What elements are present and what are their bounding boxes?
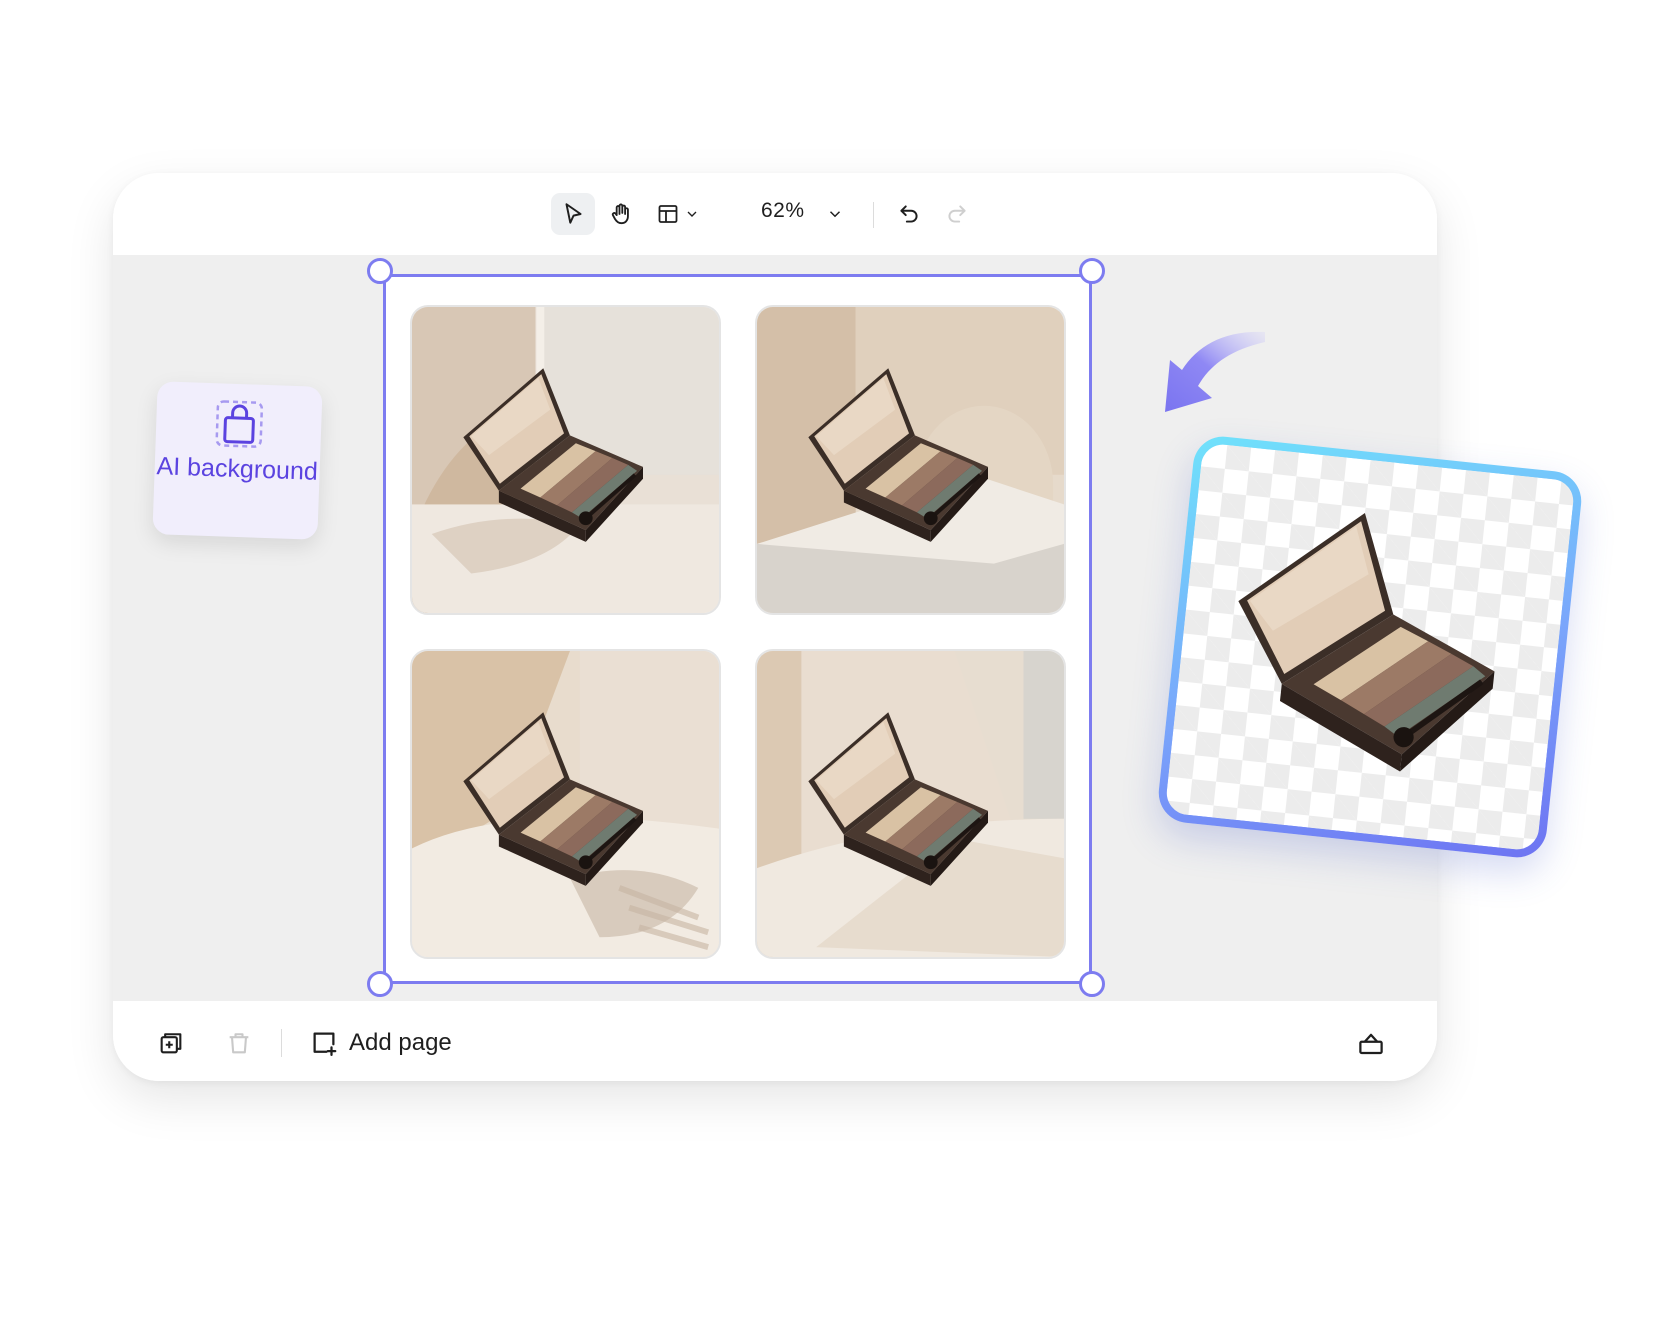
add-page-button[interactable]: Add page — [309, 1021, 452, 1065]
duplicate-page-button[interactable] — [153, 1025, 189, 1061]
resize-handle-top-left[interactable] — [367, 258, 393, 284]
ai-background-card[interactable]: AI background — [152, 381, 323, 540]
product-photo-2 — [757, 307, 1064, 613]
shopping-bag-icon — [214, 400, 263, 448]
ai-background-label: AI background — [156, 452, 319, 486]
trash-icon — [229, 1033, 249, 1054]
transparent-product-cutout[interactable] — [1155, 433, 1585, 861]
generated-background-4[interactable] — [755, 649, 1066, 959]
zoom-dropdown-button[interactable] — [821, 193, 849, 235]
transparency-checkerboard — [1164, 442, 1576, 852]
bottom-divider — [281, 1029, 282, 1057]
resize-handle-top-right[interactable] — [1079, 258, 1105, 284]
toolbar-divider — [873, 202, 874, 228]
hand-tool-button[interactable] — [599, 193, 643, 235]
resize-handle-bottom-left[interactable] — [367, 971, 393, 997]
generated-background-3[interactable] — [410, 649, 721, 959]
resize-handle-bottom-right[interactable] — [1079, 971, 1105, 997]
layout-icon — [658, 205, 678, 223]
cursor-arrow-icon — [565, 203, 582, 224]
product-photo-3 — [412, 651, 719, 957]
product-photo-1 — [412, 307, 719, 613]
bottom-bar: Add page — [113, 1001, 1437, 1081]
selected-page[interactable] — [383, 274, 1092, 984]
hand-icon — [611, 203, 629, 225]
product-photo-4 — [757, 651, 1064, 957]
generated-background-1[interactable] — [410, 305, 721, 615]
collapse-panel-icon — [1359, 1033, 1383, 1055]
delete-page-button[interactable] — [221, 1025, 257, 1061]
curved-arrow-icon — [1165, 331, 1265, 412]
redo-button[interactable] — [935, 193, 979, 235]
collapse-panel-button[interactable] — [1353, 1025, 1389, 1061]
chevron-down-icon — [829, 211, 841, 218]
chevron-down-icon — [687, 211, 697, 217]
add-page-label: Add page — [349, 1029, 452, 1056]
select-tool-button[interactable] — [551, 193, 595, 235]
zoom-level[interactable]: 62% — [761, 199, 805, 223]
add-page-icon — [313, 1032, 337, 1056]
undo-button[interactable] — [887, 193, 931, 235]
top-toolbar: 62% — [113, 173, 1437, 255]
layout-dropdown-button[interactable] — [649, 193, 707, 235]
redo-icon — [948, 205, 966, 223]
cutout-palette-image — [1165, 442, 1576, 851]
generated-background-2[interactable] — [755, 305, 1066, 615]
duplicate-page-icon — [160, 1033, 182, 1054]
undo-icon — [900, 205, 918, 223]
